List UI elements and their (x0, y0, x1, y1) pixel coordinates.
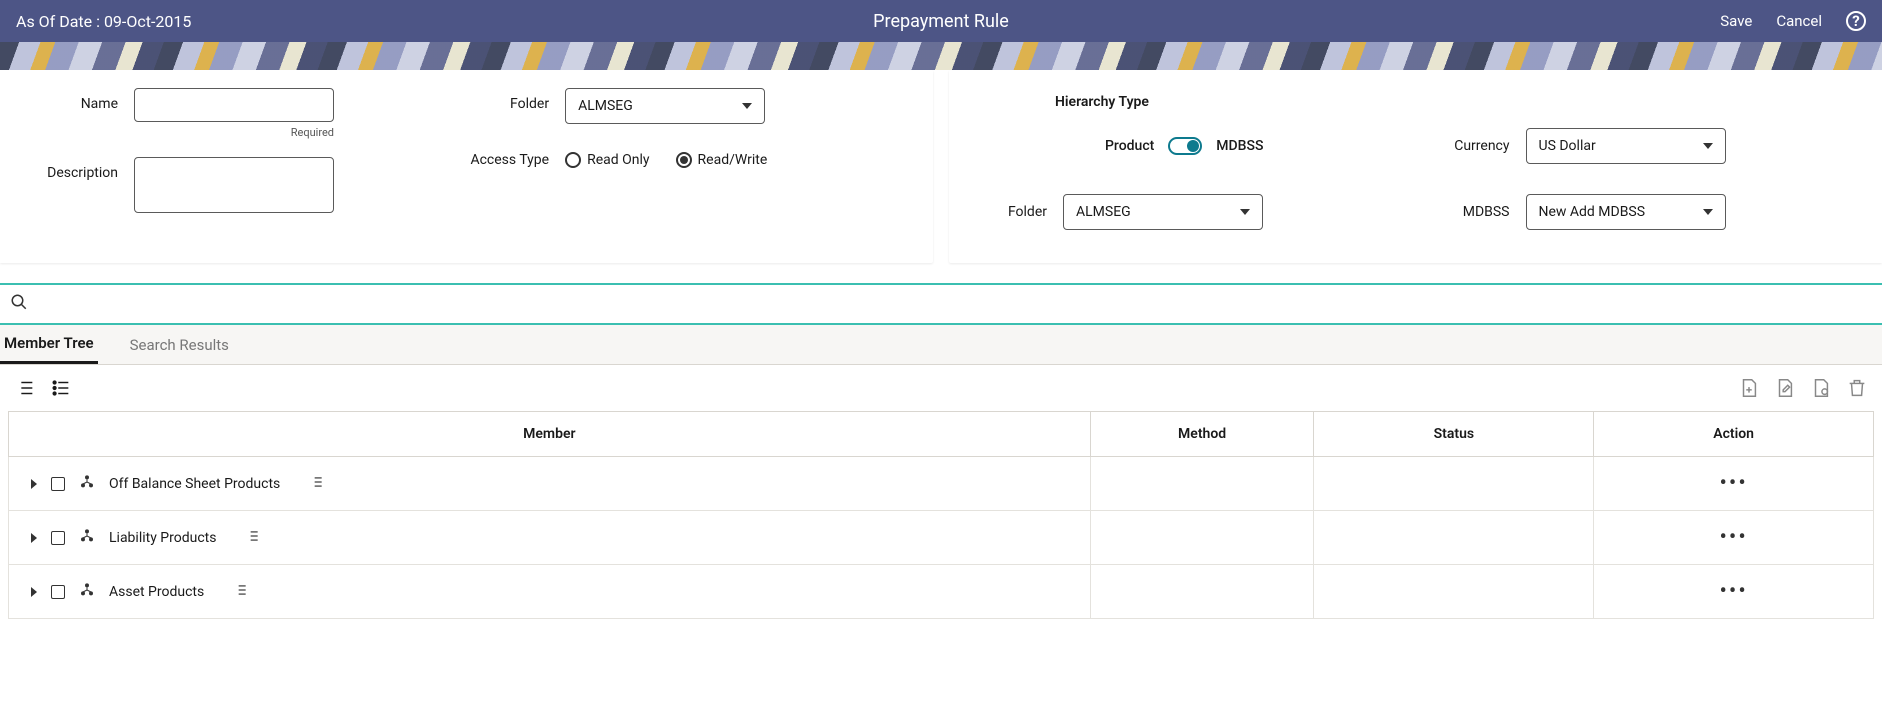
hierarchy-icon (79, 582, 95, 602)
right-folder-label: Folder (973, 204, 1063, 220)
save-button[interactable]: Save (1720, 12, 1752, 30)
col-header-status: Status (1314, 412, 1594, 457)
row-actions-menu[interactable]: ••• (1604, 525, 1863, 550)
row-checkbox[interactable] (51, 585, 65, 599)
table-row: Off Balance Sheet Products ••• (9, 457, 1874, 511)
toggle-label-mdbss: MDBSS (1216, 138, 1263, 154)
row-actions-menu[interactable]: ••• (1604, 471, 1863, 496)
expand-caret-icon[interactable] (31, 533, 37, 543)
edit-file-icon[interactable] (1774, 377, 1796, 399)
col-header-action: Action (1594, 412, 1874, 457)
currency-value: US Dollar (1539, 138, 1596, 154)
access-readwrite-option[interactable]: Read/Write (676, 152, 768, 168)
caret-down-icon (1703, 143, 1713, 149)
expand-caret-icon[interactable] (31, 587, 37, 597)
access-type-label: Access Type (455, 152, 565, 168)
caret-down-icon (1703, 209, 1713, 215)
currency-label: Currency (1436, 138, 1526, 154)
expand-all-icon[interactable] (14, 377, 36, 399)
member-label: Asset Products (109, 584, 204, 600)
name-input[interactable] (134, 88, 334, 122)
collapse-all-icon[interactable] (50, 377, 72, 399)
cancel-button[interactable]: Cancel (1776, 12, 1822, 30)
header-bar: As Of Date : 09-Oct-2015 Prepayment Rule… (0, 0, 1882, 42)
hierarchy-icon (79, 474, 95, 494)
currency-select[interactable]: US Dollar (1526, 128, 1726, 164)
right-card: Hierarchy Type Product MDBSS Currency US… (949, 70, 1882, 263)
member-label: Liability Products (109, 530, 216, 546)
mdbss-label: MDBSS (1436, 204, 1526, 220)
name-label: Name (24, 88, 134, 112)
caret-down-icon (1240, 209, 1250, 215)
as-of-date: As Of Date : 09-Oct-2015 (16, 12, 191, 31)
details-icon[interactable] (232, 583, 250, 601)
col-header-method: Method (1090, 412, 1314, 457)
search-icon (10, 293, 28, 315)
expand-caret-icon[interactable] (31, 479, 37, 489)
required-hint: Required (134, 126, 334, 139)
tabbar: Member Tree Search Results (0, 325, 1882, 365)
radio-icon (565, 152, 581, 168)
left-card: Name Required Description Folder (0, 70, 933, 263)
toggle-label-product: Product (1105, 138, 1154, 154)
radio-checked-icon (676, 152, 692, 168)
caret-down-icon (742, 103, 752, 109)
details-icon[interactable] (308, 475, 326, 493)
folder-value: ALMSEG (578, 98, 633, 114)
row-checkbox[interactable] (51, 531, 65, 545)
add-file-icon[interactable] (1738, 377, 1760, 399)
description-label: Description (24, 157, 134, 181)
hierarchy-type-heading: Hierarchy Type (1055, 94, 1858, 110)
folder-label: Folder (455, 88, 565, 112)
description-input[interactable] (134, 157, 334, 213)
col-header-member: Member (9, 412, 1091, 457)
delete-icon[interactable] (1846, 377, 1868, 399)
details-icon[interactable] (244, 529, 262, 547)
member-table: Member Method Status Action Off Balance … (8, 411, 1874, 619)
help-icon[interactable]: ? (1846, 11, 1866, 31)
copy-file-icon[interactable] (1810, 377, 1832, 399)
table-row: Asset Products ••• (9, 565, 1874, 619)
right-folder-select[interactable]: ALMSEG (1063, 194, 1263, 230)
access-readonly-option[interactable]: Read Only (565, 152, 649, 168)
decor-strip (0, 42, 1882, 70)
tab-search-results[interactable]: Search Results (126, 325, 233, 364)
page-title: Prepayment Rule (873, 11, 1009, 32)
mdbss-select[interactable]: New Add MDBSS (1526, 194, 1726, 230)
folder-select[interactable]: ALMSEG (565, 88, 765, 124)
right-folder-value: ALMSEG (1076, 204, 1131, 220)
row-checkbox[interactable] (51, 477, 65, 491)
search-bar[interactable] (0, 283, 1882, 325)
toolbar (0, 365, 1882, 411)
mdbss-value: New Add MDBSS (1539, 204, 1646, 220)
hierarchy-toggle[interactable] (1168, 137, 1202, 155)
hierarchy-icon (79, 528, 95, 548)
tab-member-tree[interactable]: Member Tree (0, 325, 98, 364)
access-readonly-label: Read Only (587, 152, 649, 168)
access-readwrite-label: Read/Write (698, 152, 768, 168)
row-actions-menu[interactable]: ••• (1604, 579, 1863, 604)
table-row: Liability Products ••• (9, 511, 1874, 565)
member-label: Off Balance Sheet Products (109, 476, 280, 492)
